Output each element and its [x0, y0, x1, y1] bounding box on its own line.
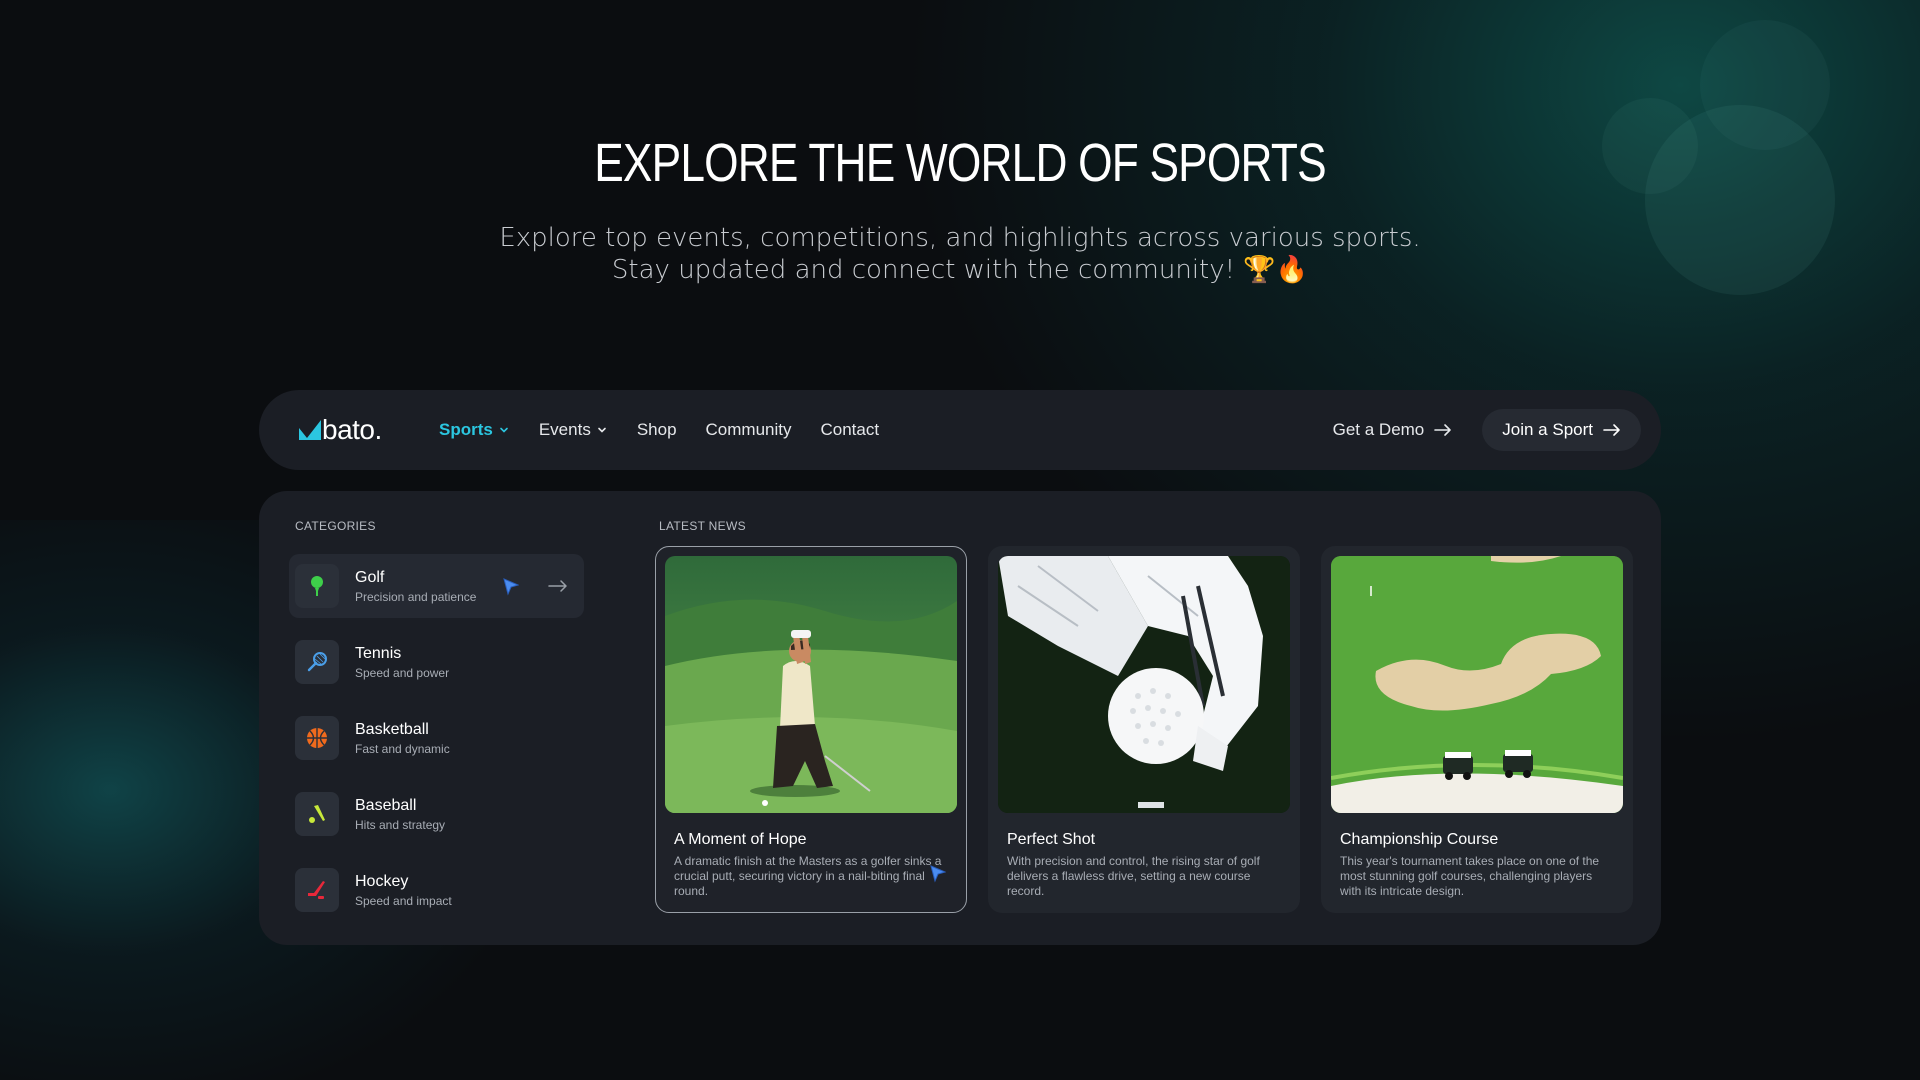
news-card-text: With precision and control, the rising s… [1007, 854, 1260, 898]
category-text: Baseball Hits and strategy [355, 796, 445, 833]
logo-text: bato. [322, 414, 382, 445]
category-text: Golf Precision and patience [355, 568, 476, 605]
get-demo-label: Get a Demo [1332, 420, 1425, 439]
nav-link-sports[interactable]: Sports [439, 420, 510, 440]
category-desc: Hits and strategy [355, 817, 446, 832]
category-item-hockey[interactable]: Hockey Speed and impact [289, 858, 584, 922]
news-card-title: Perfect Shot [1007, 831, 1096, 848]
basketball-icon [295, 716, 339, 760]
golf-course-aerial-image [1331, 556, 1623, 813]
arrow-right-icon [548, 580, 567, 592]
navbar: bato. Sports Events Shop Community Conta… [259, 390, 1661, 470]
category-item-basketball[interactable]: Basketball Fast and dynamic [289, 706, 584, 770]
category-desc: Speed and power [355, 665, 450, 680]
tennis-racket-icon [295, 640, 339, 684]
sports-mega-menu: CATEGORIES LATEST NEWS Golf Precision an… [259, 491, 1661, 945]
logo[interactable]: bato. [299, 414, 382, 446]
news-card-title: Championship Course [1340, 831, 1499, 848]
join-sport-button[interactable]: Join a Sport [1482, 409, 1641, 451]
nav-link-label: Contact [820, 420, 880, 439]
category-desc: Precision and patience [355, 589, 477, 604]
nav-link-label: Shop [636, 420, 677, 439]
news-card-moment-of-hope[interactable]: A Moment of Hope A dramatic finish at th… [655, 546, 967, 913]
latest-news-heading: LATEST NEWS [659, 519, 746, 533]
nav-link-community[interactable]: Community [706, 420, 792, 440]
nav-link-label: Events [538, 420, 591, 439]
mouse-cursor-icon [503, 578, 519, 596]
nav-link-contact[interactable]: Contact [821, 420, 880, 440]
get-demo-link[interactable]: Get a Demo [1333, 420, 1453, 440]
hero-title: EXPLORE THE WORLD OF SPORTS [594, 133, 1326, 193]
category-text: Tennis Speed and power [355, 644, 449, 681]
category-item-tennis[interactable]: Tennis Speed and power [289, 630, 584, 694]
latest-news-cards: A Moment of Hope A dramatic finish at th… [655, 546, 1654, 913]
news-card-text: A dramatic finish at the Masters as a go… [674, 854, 942, 898]
hero-subtitle-line-1: Explore top events, competitions, and hi… [499, 223, 1421, 253]
category-item-golf[interactable]: Golf Precision and patience [289, 554, 584, 618]
chevron-down-icon [500, 427, 508, 433]
news-card-perfect-shot[interactable]: Perfect Shot With precision and control,… [988, 546, 1300, 913]
category-item-baseball[interactable]: Baseball Hits and strategy [289, 782, 584, 846]
category-name: Baseball [355, 796, 417, 814]
nav-link-label: Sports [439, 420, 493, 439]
chevron-down-icon [598, 427, 606, 433]
golf-tee-icon [295, 564, 339, 608]
logo-mark-icon [299, 420, 321, 440]
mouse-cursor-icon [930, 865, 946, 883]
nav-links: Sports Events Shop Community Contact [439, 390, 908, 470]
category-text: Basketball Fast and dynamic [355, 720, 450, 757]
join-sport-label: Join a Sport [1502, 420, 1593, 439]
golfer-kneeling-image [665, 556, 957, 813]
category-desc: Speed and impact [355, 893, 452, 908]
nav-link-shop[interactable]: Shop [637, 420, 677, 440]
categories-heading: CATEGORIES [295, 519, 376, 533]
category-desc: Fast and dynamic [355, 741, 450, 756]
hero-subtitle: Explore top events, competitions, and hi… [0, 222, 1920, 286]
nav-link-label: Community [705, 420, 792, 439]
arrow-right-icon [1603, 424, 1620, 436]
news-card-text: This year's tournament takes place on on… [1340, 854, 1600, 898]
category-list: Golf Precision and patience Tennis Speed… [289, 554, 584, 934]
nav-actions: Get a Demo Join a Sport [1333, 390, 1641, 470]
category-name: Hockey [355, 872, 409, 890]
baseball-bat-icon [295, 792, 339, 836]
category-name: Basketball [355, 720, 429, 738]
news-card-championship-course[interactable]: Championship Course This year's tourname… [1321, 546, 1633, 913]
gloved-hand-golf-ball-image [998, 556, 1290, 813]
category-text: Hockey Speed and impact [355, 872, 452, 909]
category-name: Tennis [355, 644, 402, 662]
hero-subtitle-line-2: Stay updated and connect with the commun… [611, 255, 1309, 285]
arrow-right-icon [1434, 424, 1452, 436]
hockey-stick-icon [295, 868, 339, 912]
nav-link-events[interactable]: Events [539, 420, 608, 440]
category-name: Golf [355, 568, 385, 586]
news-card-title: A Moment of Hope [674, 831, 807, 848]
